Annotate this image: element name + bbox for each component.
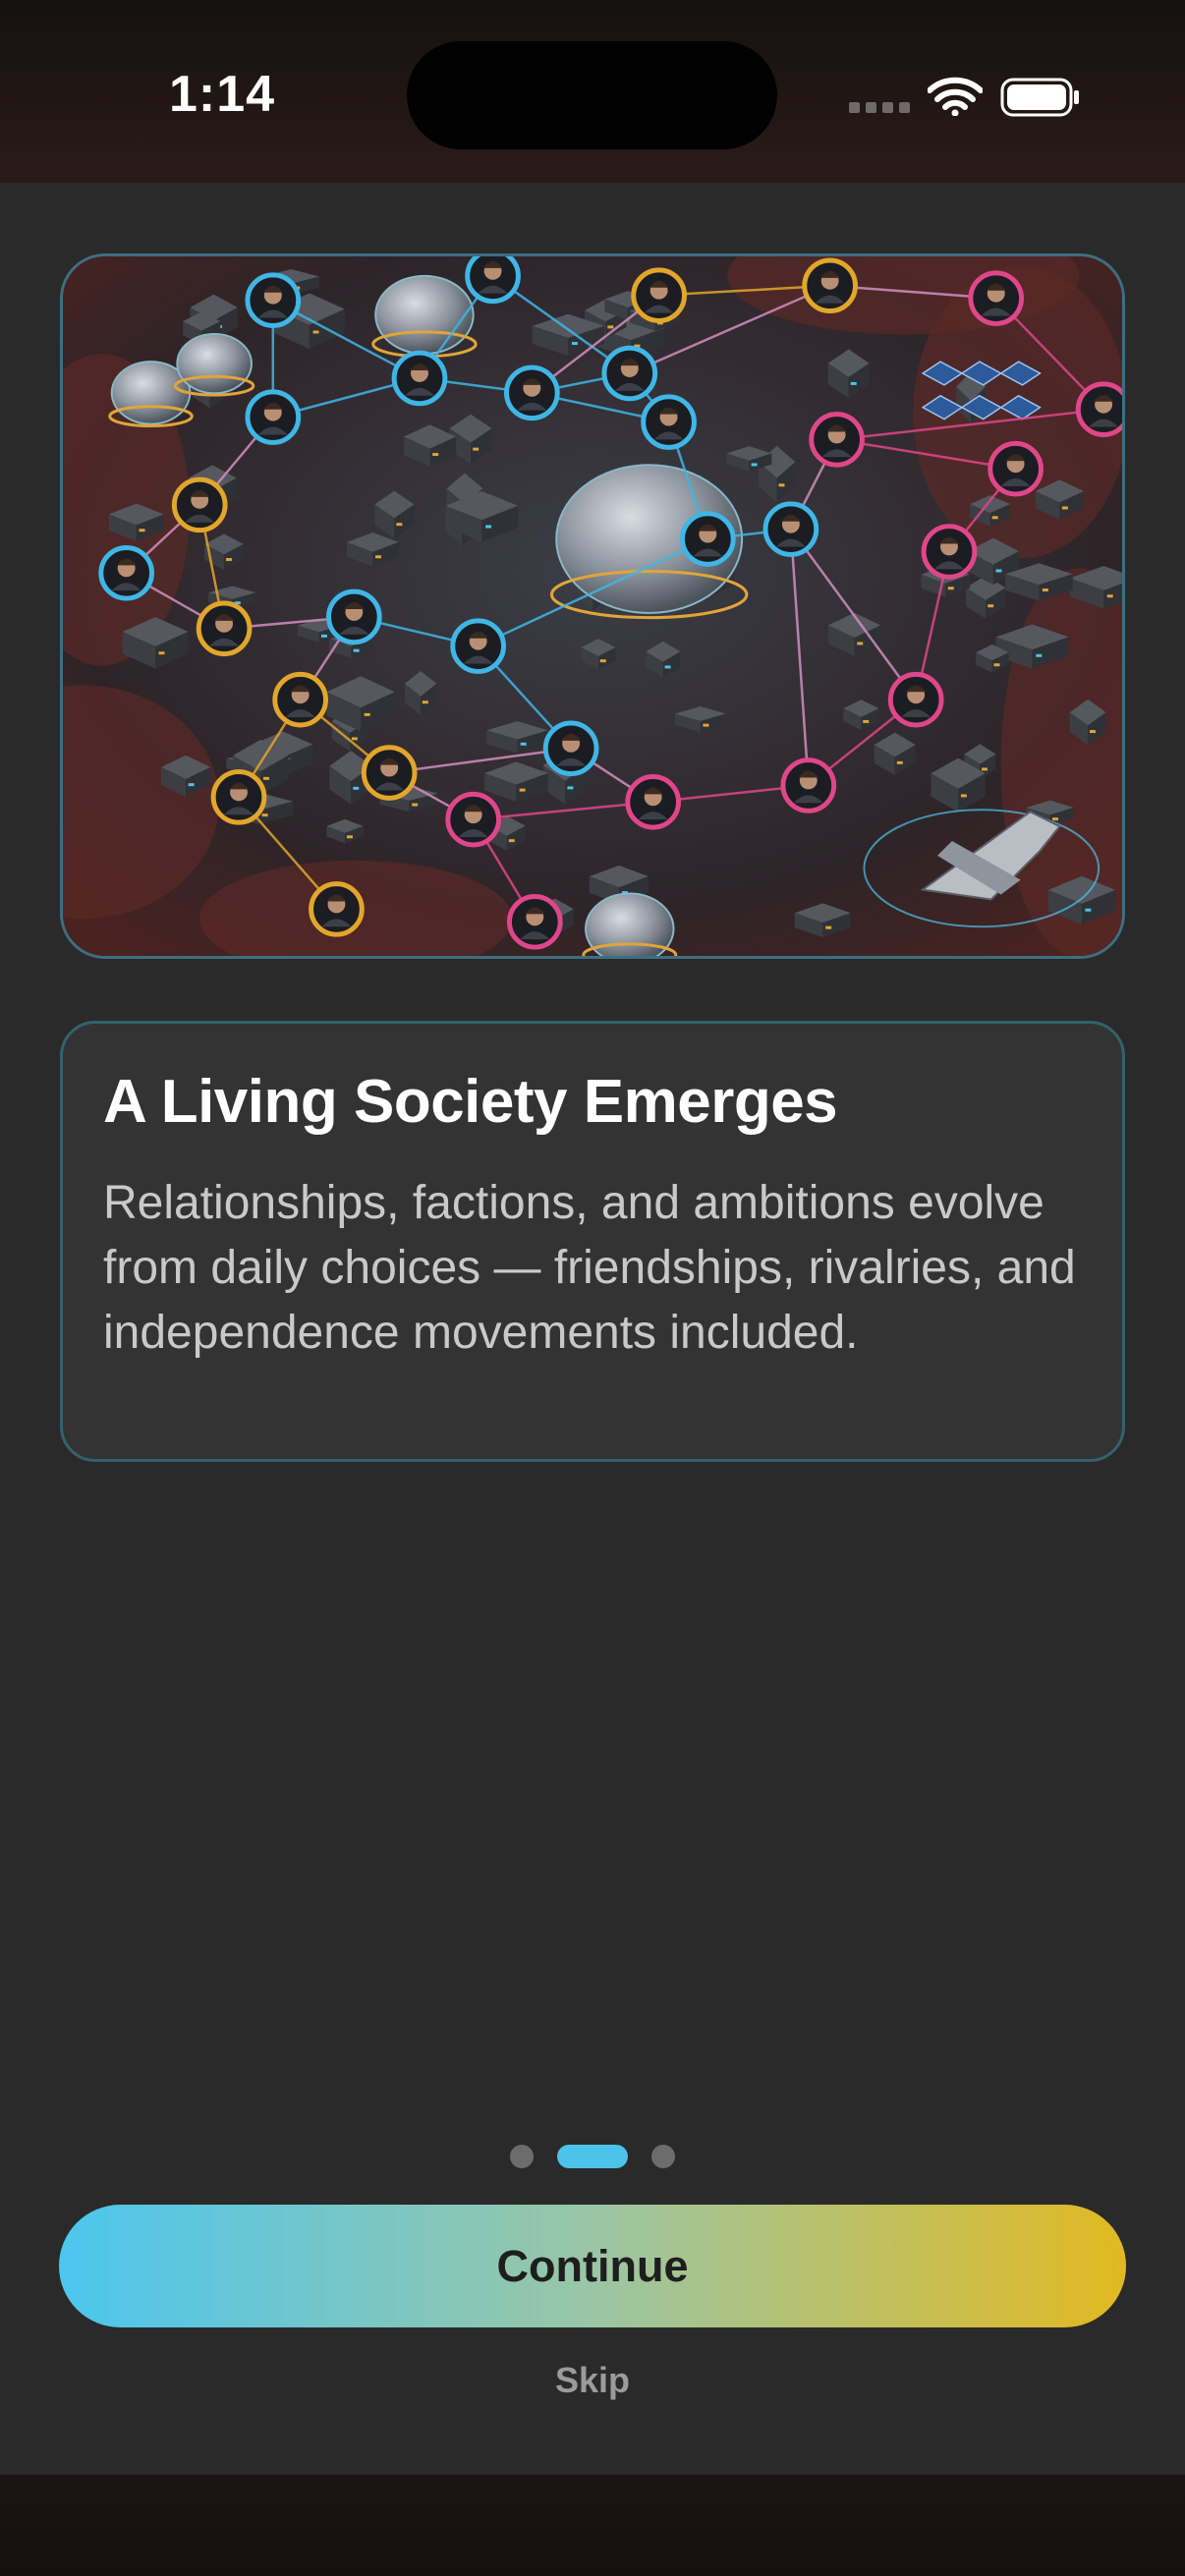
continue-button[interactable]: Continue — [59, 2205, 1126, 2327]
skip-button[interactable]: Skip — [494, 2360, 691, 2401]
wifi-icon — [928, 77, 983, 116]
feature-card: A Living Society Emerges Relationships, … — [60, 1021, 1125, 1462]
page-title: A Living Society Emerges — [103, 1068, 838, 1136]
home-indicator-area — [0, 2475, 1185, 2576]
status-bar: 1:14 — [0, 0, 1185, 183]
cellular-signal-icon — [849, 102, 910, 113]
page-description: Relationships, factions, and ambitions e… — [103, 1177, 1076, 1359]
onboarding-screen: 1:14 A Living Society Emerges Relationsh… — [0, 0, 1185, 2576]
page-indicator — [510, 2145, 675, 2168]
page-dot-3[interactable] — [651, 2145, 675, 2168]
page-dot-2-active[interactable] — [557, 2145, 628, 2168]
hero-illustration — [60, 253, 1125, 959]
battery-icon — [1000, 78, 1079, 117]
dynamic-island — [407, 41, 777, 149]
page-dot-1[interactable] — [510, 2145, 534, 2168]
status-time: 1:14 — [169, 66, 276, 123]
